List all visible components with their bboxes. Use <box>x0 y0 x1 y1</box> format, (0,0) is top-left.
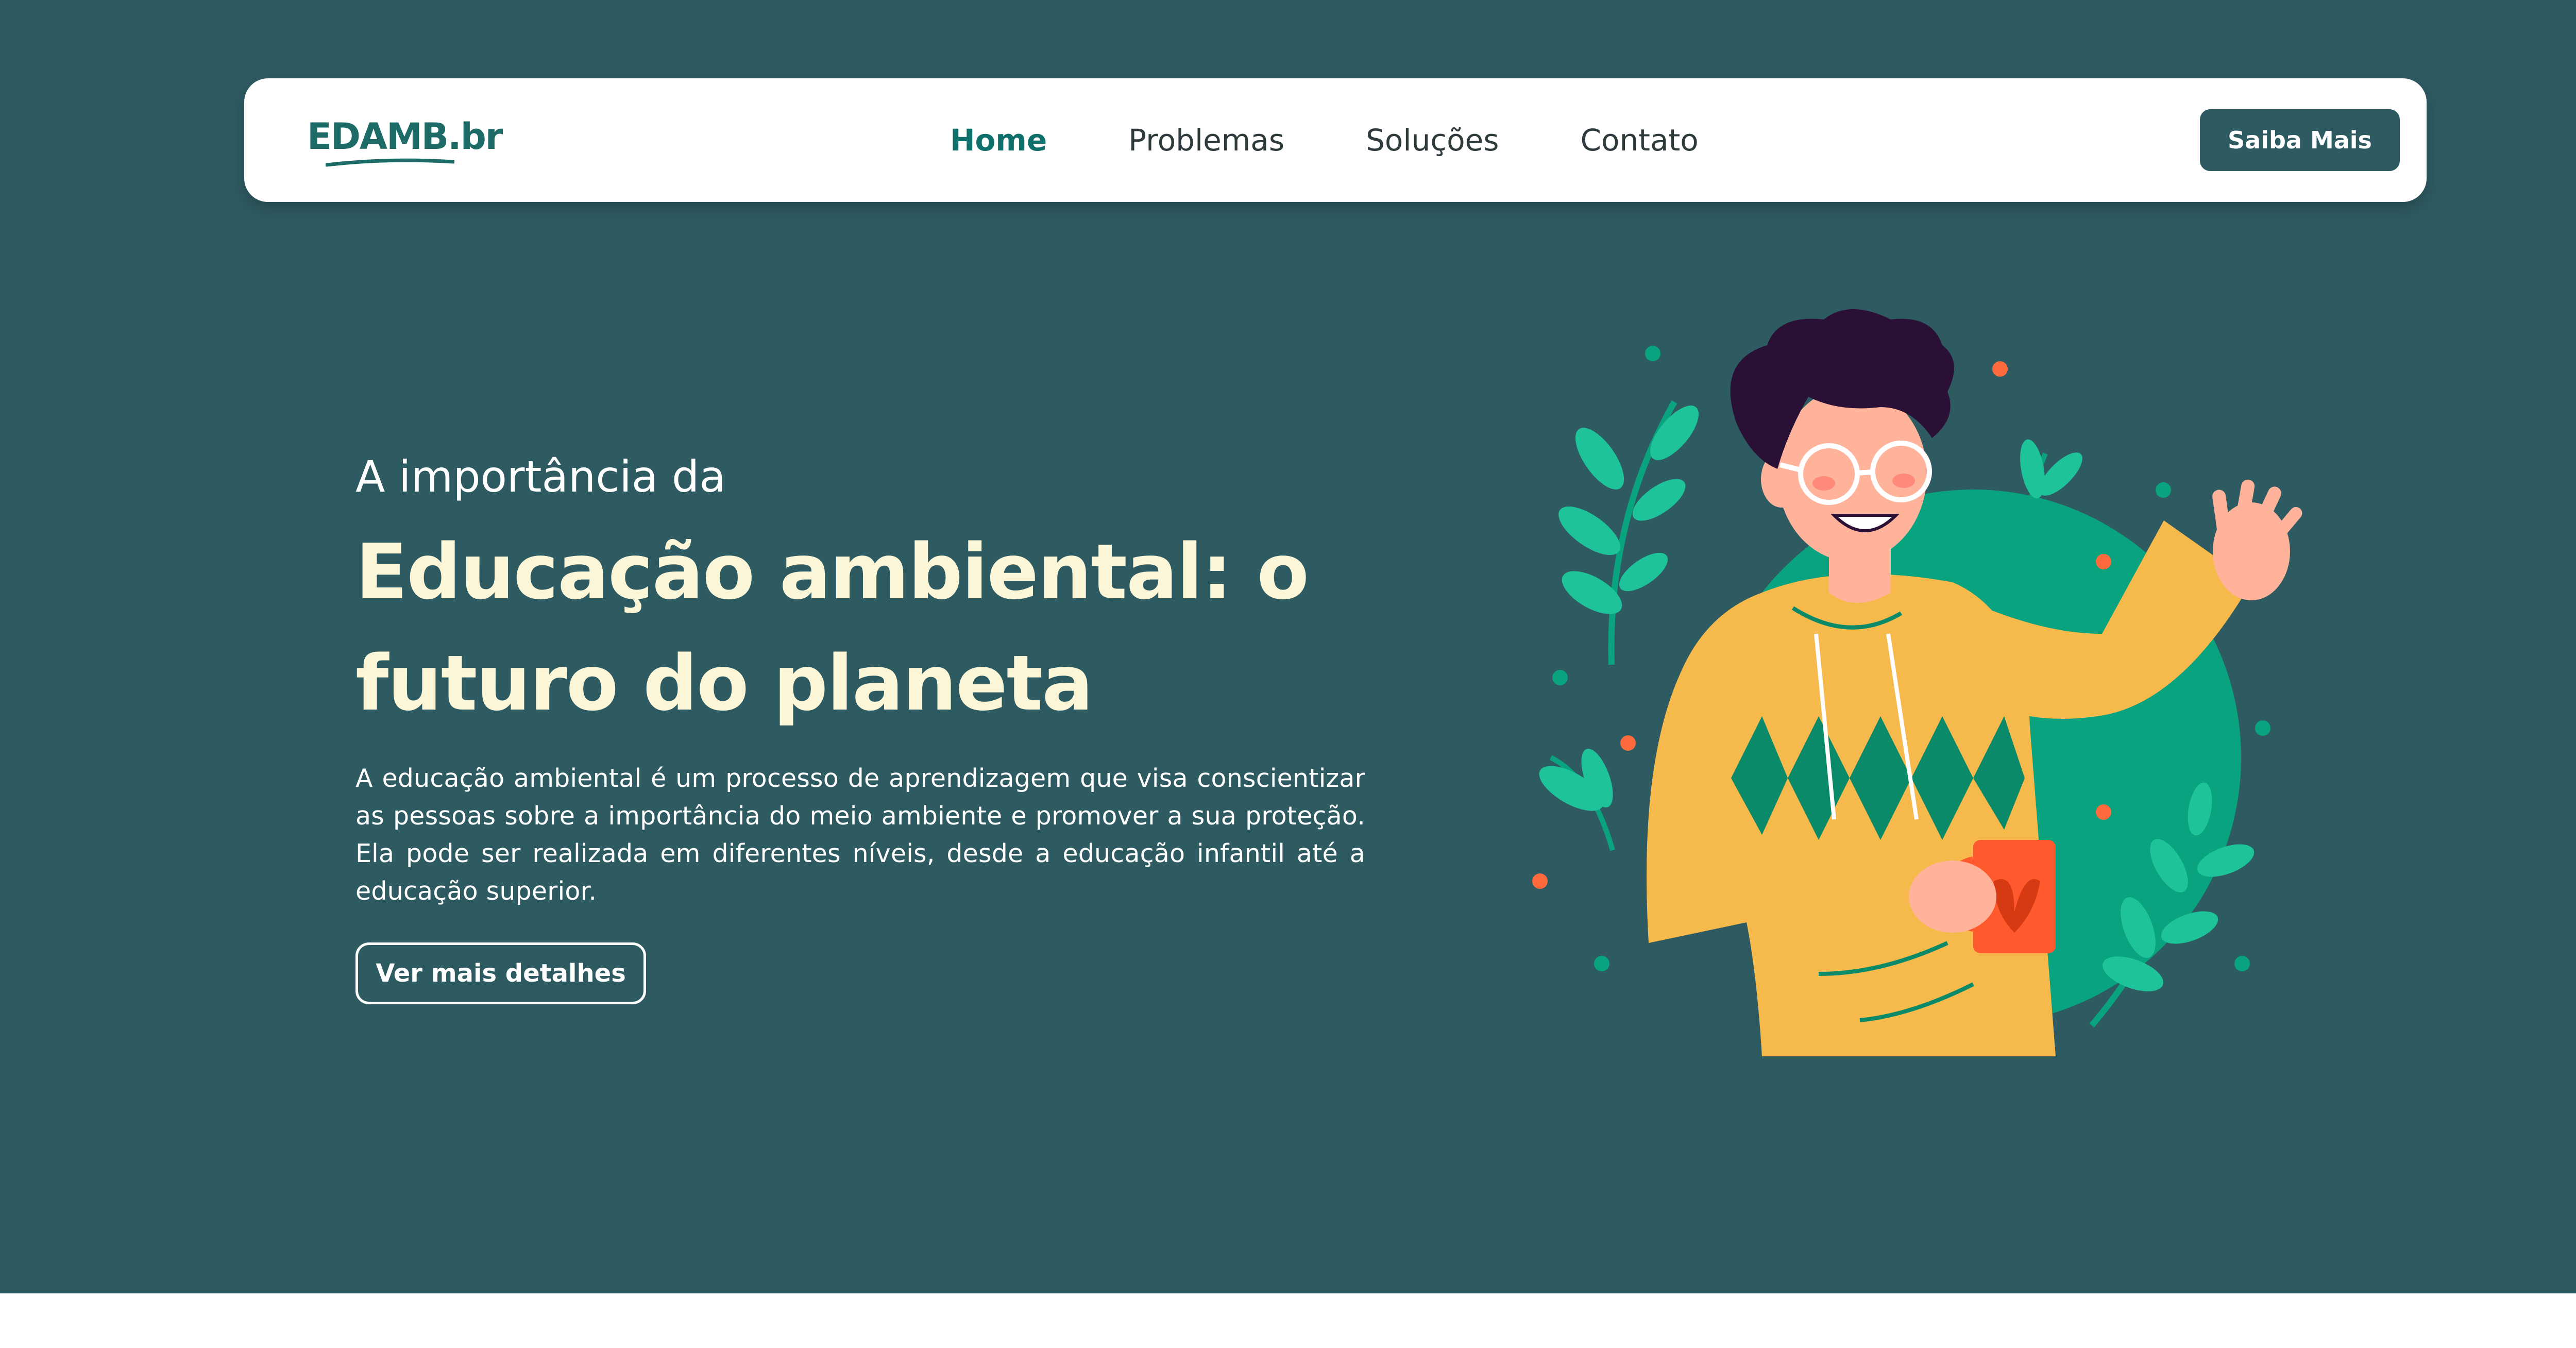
hero-text: A importância da Educação ambiental: o f… <box>355 443 1365 910</box>
nav-links: Home Problemas Soluções Contato <box>950 78 1699 202</box>
logo[interactable]: EDAMB.br <box>307 115 503 172</box>
ver-mais-detalhes-button[interactable]: Ver mais detalhes <box>355 942 646 1004</box>
nav-link-problemas[interactable]: Problemas <box>1128 123 1284 158</box>
leaf-small-left <box>1539 749 1615 851</box>
navbar: EDAMB.br Home Problemas Soluções Contato… <box>244 78 2427 202</box>
nav-link-home[interactable]: Home <box>950 123 1047 158</box>
nav-link-solucoes[interactable]: Soluções <box>1366 123 1499 158</box>
logo-text: EDAMB.br <box>307 115 503 158</box>
nav-link-contato[interactable]: Contato <box>1581 123 1699 158</box>
leaf-branch-left <box>1558 400 1699 665</box>
hero-paragraph: A educação ambiental é um processo de ap… <box>355 764 1365 906</box>
saiba-mais-button[interactable]: Saiba Mais <box>2200 109 2400 171</box>
waving-person-with-mug-illustration <box>1532 309 2302 1056</box>
hero-section: EDAMB.br Home Problemas Soluções Contato… <box>0 0 2576 1293</box>
hero-headline: Educação ambiental: o futuro do planeta <box>355 528 1309 728</box>
hero-kicker: A importância da <box>355 451 726 502</box>
logo-swoosh-icon <box>326 158 454 167</box>
waving-hand <box>2212 479 2302 600</box>
